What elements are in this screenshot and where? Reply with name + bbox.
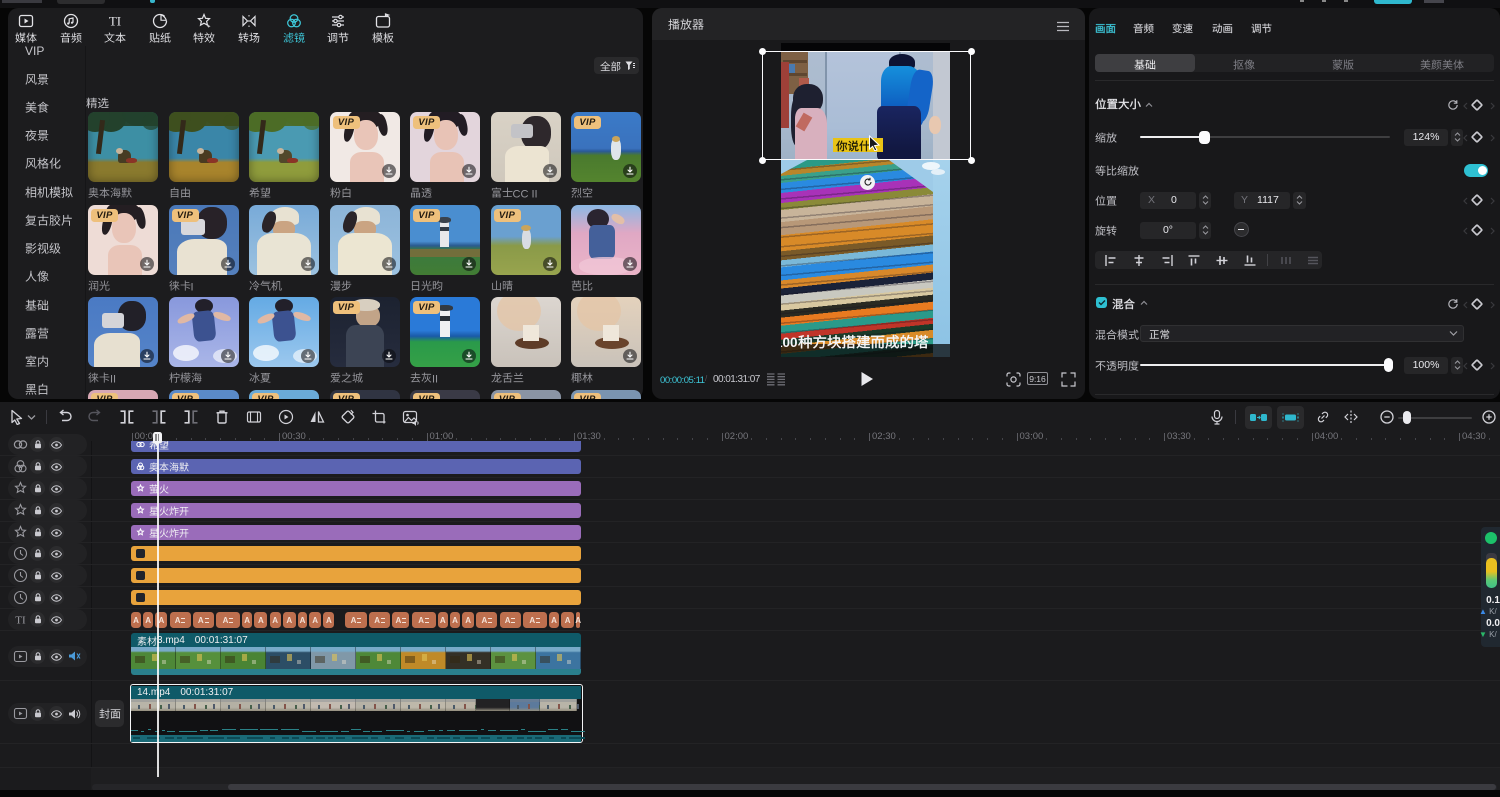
svg-text:TI: TI [15, 615, 26, 627]
svg-text:TI: TI [109, 14, 121, 29]
